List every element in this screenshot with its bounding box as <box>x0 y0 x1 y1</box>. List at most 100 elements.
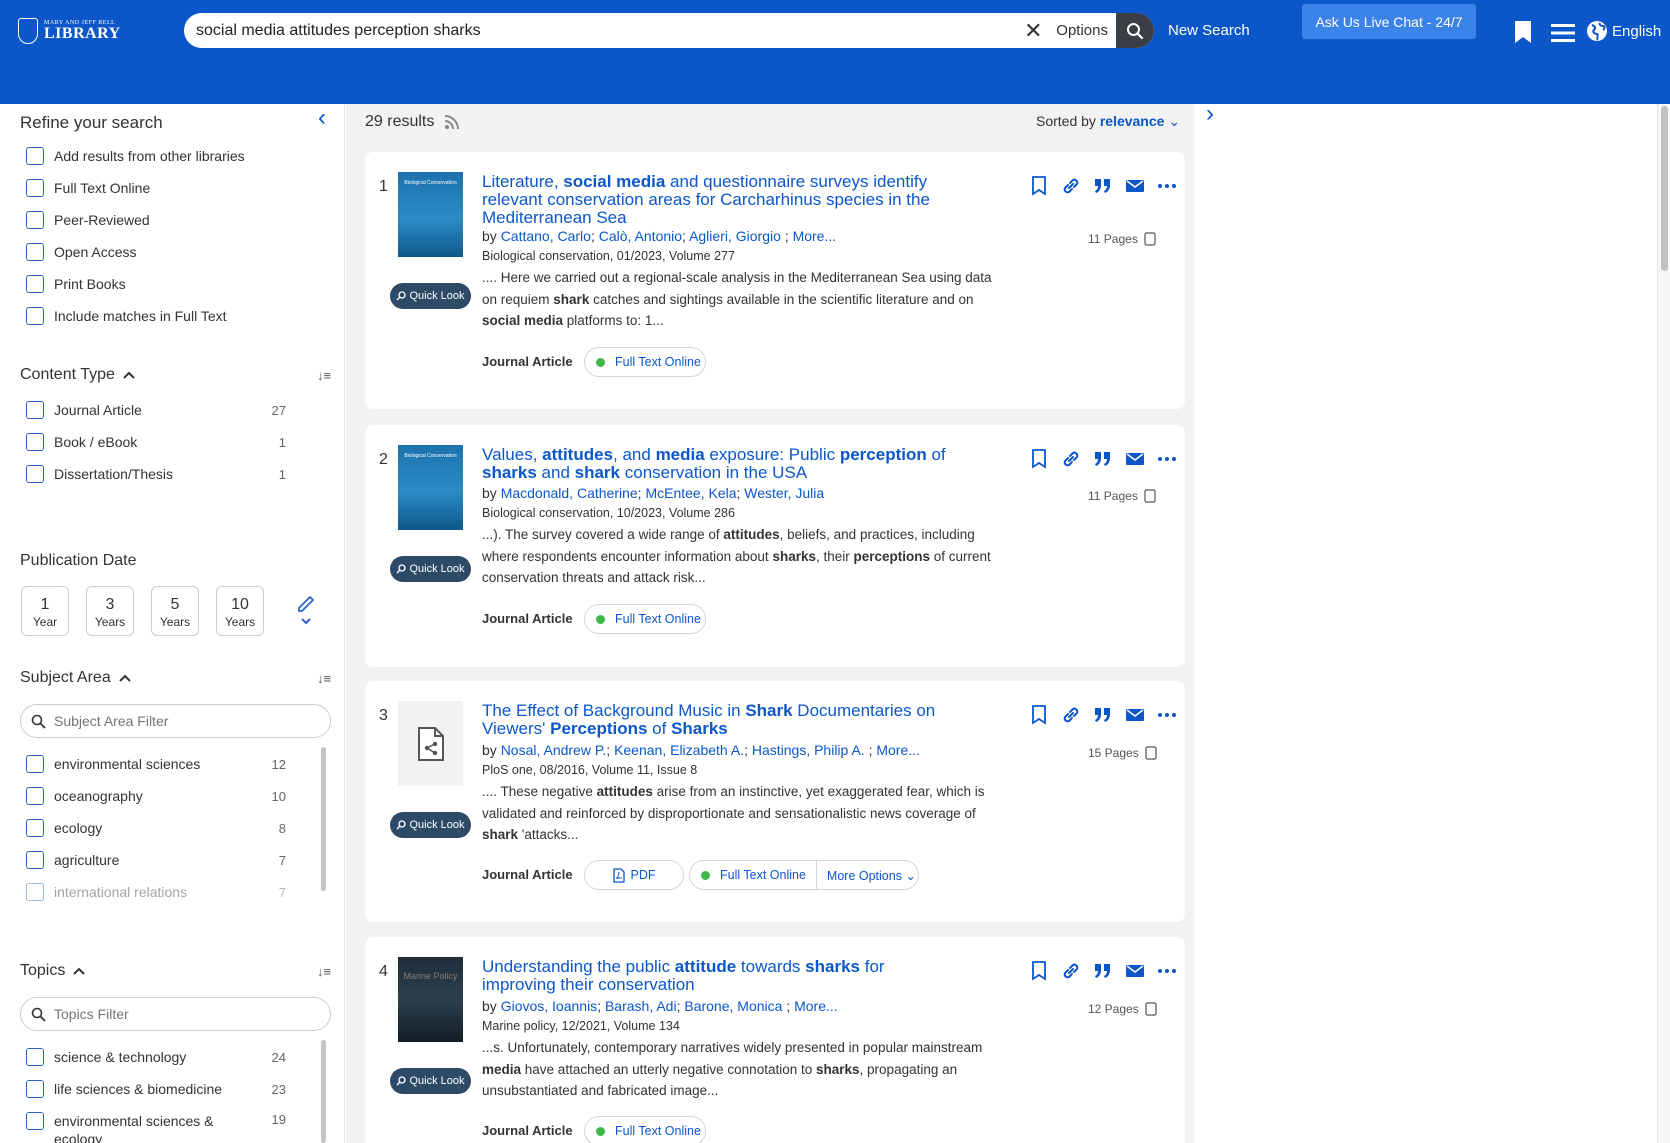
author-link[interactable]: Cattano, Carlo <box>501 228 591 244</box>
full-text-online-button[interactable]: Full Text Online <box>584 1116 706 1143</box>
topics-filter-input[interactable] <box>54 1006 314 1022</box>
language-selector[interactable]: English <box>1586 20 1661 42</box>
more-options-icon[interactable] <box>1157 176 1177 196</box>
author-link[interactable]: McEntee, Kela <box>645 485 736 501</box>
topic-life-sciences[interactable]: life sciences & biomedicine 23 <box>26 1080 286 1098</box>
more-authors-link[interactable]: More... <box>793 228 837 244</box>
date-10-years-button[interactable]: 10 Years <box>216 586 264 636</box>
content-type-journal-article[interactable]: Journal Article 27 <box>26 401 286 419</box>
subject-area-filter-input[interactable] <box>54 713 314 729</box>
subject-agriculture[interactable]: agriculture 7 <box>26 851 286 869</box>
subject-area-heading[interactable]: Subject Area <box>20 669 131 687</box>
author-link[interactable]: Barone, Monica <box>684 998 782 1014</box>
topics-heading[interactable]: Topics <box>20 962 86 980</box>
quick-look-button[interactable]: Quick Look <box>390 283 471 309</box>
cite-icon[interactable] <box>1093 961 1113 981</box>
sort-value[interactable]: relevance <box>1100 113 1165 129</box>
quick-look-button[interactable]: Quick Look <box>390 1068 471 1094</box>
filter-other-libraries[interactable]: Add results from other libraries <box>26 147 286 165</box>
author-link[interactable]: Wester, Julia <box>744 485 824 501</box>
search-button[interactable] <box>1116 13 1154 48</box>
menu-icon[interactable] <box>1551 24 1575 42</box>
subject-ecology[interactable]: ecology 8 <box>26 819 286 837</box>
rss-feed-icon[interactable] <box>444 114 460 130</box>
edit-date-range-icon[interactable] <box>296 592 316 628</box>
email-icon[interactable] <box>1125 961 1145 981</box>
author-link[interactable]: Calò, Antonio <box>599 228 682 244</box>
full-text-online-button[interactable]: Full Text Online <box>584 604 706 634</box>
clear-search-icon[interactable]: ✕ <box>1016 18 1050 44</box>
topics-list-scrollbar[interactable] <box>321 1040 326 1143</box>
new-search-link[interactable]: New Search <box>1168 22 1250 39</box>
permalink-icon[interactable] <box>1061 705 1081 725</box>
journal-cover-image[interactable]: Biological Conservation <box>398 445 463 530</box>
checkbox[interactable] <box>26 1112 44 1130</box>
checkbox[interactable] <box>26 401 44 419</box>
checkbox[interactable] <box>26 883 44 901</box>
checkbox[interactable] <box>26 851 44 869</box>
permalink-icon[interactable] <box>1061 449 1081 469</box>
page-scrollbar[interactable] <box>1657 104 1670 1143</box>
filter-print-books[interactable]: Print Books <box>26 275 286 293</box>
subject-environmental-sciences[interactable]: environmental sciences 12 <box>26 755 286 773</box>
checkbox[interactable] <box>26 243 44 261</box>
checkbox[interactable] <box>26 147 44 165</box>
collapse-sidebar-chevron-icon[interactable]: ‹ <box>318 104 326 132</box>
cite-icon[interactable] <box>1093 176 1113 196</box>
search-input[interactable] <box>184 21 1017 40</box>
subject-international-relations[interactable]: international relations 7 <box>26 883 286 901</box>
email-icon[interactable] <box>1125 176 1145 196</box>
quick-look-button[interactable]: Quick Look <box>390 556 471 582</box>
more-options-dropdown[interactable]: More Options ⌄ <box>817 868 916 883</box>
result-title-4[interactable]: Understanding the public attitude toward… <box>482 958 962 994</box>
cite-icon[interactable] <box>1093 449 1113 469</box>
sort-icon[interactable]: ↓≡ <box>317 671 331 686</box>
search-options-button[interactable]: Options <box>1050 22 1116 39</box>
library-logo[interactable]: MARY AND JEFF BELL LIBRARY <box>18 18 121 44</box>
full-text-online-button[interactable]: Full Text Online <box>720 868 806 882</box>
expand-panel-chevron-icon[interactable]: › <box>1206 100 1214 128</box>
date-1-year-button[interactable]: 1 Year <box>21 586 69 636</box>
checkbox[interactable] <box>26 179 44 197</box>
live-chat-button[interactable]: Ask Us Live Chat - 24/7 <box>1302 4 1476 39</box>
email-icon[interactable] <box>1125 705 1145 725</box>
permalink-icon[interactable] <box>1061 961 1081 981</box>
filter-peer-reviewed[interactable]: Peer-Reviewed <box>26 211 286 229</box>
page-scrollbar-thumb[interactable] <box>1661 106 1668 271</box>
more-options-icon[interactable] <box>1157 449 1177 469</box>
checkbox[interactable] <box>26 275 44 293</box>
checkbox[interactable] <box>26 1080 44 1098</box>
journal-cover-image[interactable]: Marine Policy <box>398 957 463 1042</box>
author-link[interactable]: Nosal, Andrew P. <box>501 742 607 758</box>
pdf-button[interactable]: PDF <box>584 860 684 890</box>
sort-icon[interactable]: ↓≡ <box>317 368 331 383</box>
checkbox[interactable] <box>26 755 44 773</box>
bookmark-icon[interactable] <box>1029 705 1049 725</box>
sort-icon[interactable]: ↓≡ <box>317 964 331 979</box>
date-5-years-button[interactable]: 5 Years <box>151 586 199 636</box>
full-text-online-button[interactable]: Full Text Online <box>584 347 706 377</box>
author-link[interactable]: Barash, Adi <box>605 998 677 1014</box>
journal-cover-image[interactable]: Biological Conservation <box>398 172 463 257</box>
subject-list-scrollbar[interactable] <box>321 747 326 891</box>
email-icon[interactable] <box>1125 449 1145 469</box>
subject-area-filter[interactable] <box>20 704 331 738</box>
filter-include-full-text[interactable]: Include matches in Full Text <box>26 307 286 325</box>
checkbox[interactable] <box>26 1048 44 1066</box>
bookmark-icon[interactable] <box>1029 961 1049 981</box>
result-title-2[interactable]: Values, attitudes, and media exposure: P… <box>482 446 962 482</box>
bookmark-icon[interactable] <box>1029 449 1049 469</box>
cite-icon[interactable] <box>1093 705 1113 725</box>
topic-science-technology[interactable]: science & technology 24 <box>26 1048 286 1066</box>
author-link[interactable]: Macdonald, Catherine <box>501 485 638 501</box>
topics-filter[interactable] <box>20 997 331 1031</box>
filter-open-access[interactable]: Open Access <box>26 243 286 261</box>
result-title-1[interactable]: Literature, social media and questionnai… <box>482 173 962 227</box>
author-link[interactable]: Keenan, Elizabeth A. <box>614 742 744 758</box>
checkbox[interactable] <box>26 211 44 229</box>
date-3-years-button[interactable]: 3 Years <box>86 586 134 636</box>
topic-environmental-sciences-ecology[interactable]: environmental sciences & ecology 19 <box>26 1112 286 1143</box>
content-type-dissertation[interactable]: Dissertation/Thesis 1 <box>26 465 286 483</box>
author-link[interactable]: Giovos, Ioannis <box>501 998 598 1014</box>
document-placeholder-icon[interactable] <box>398 701 463 786</box>
